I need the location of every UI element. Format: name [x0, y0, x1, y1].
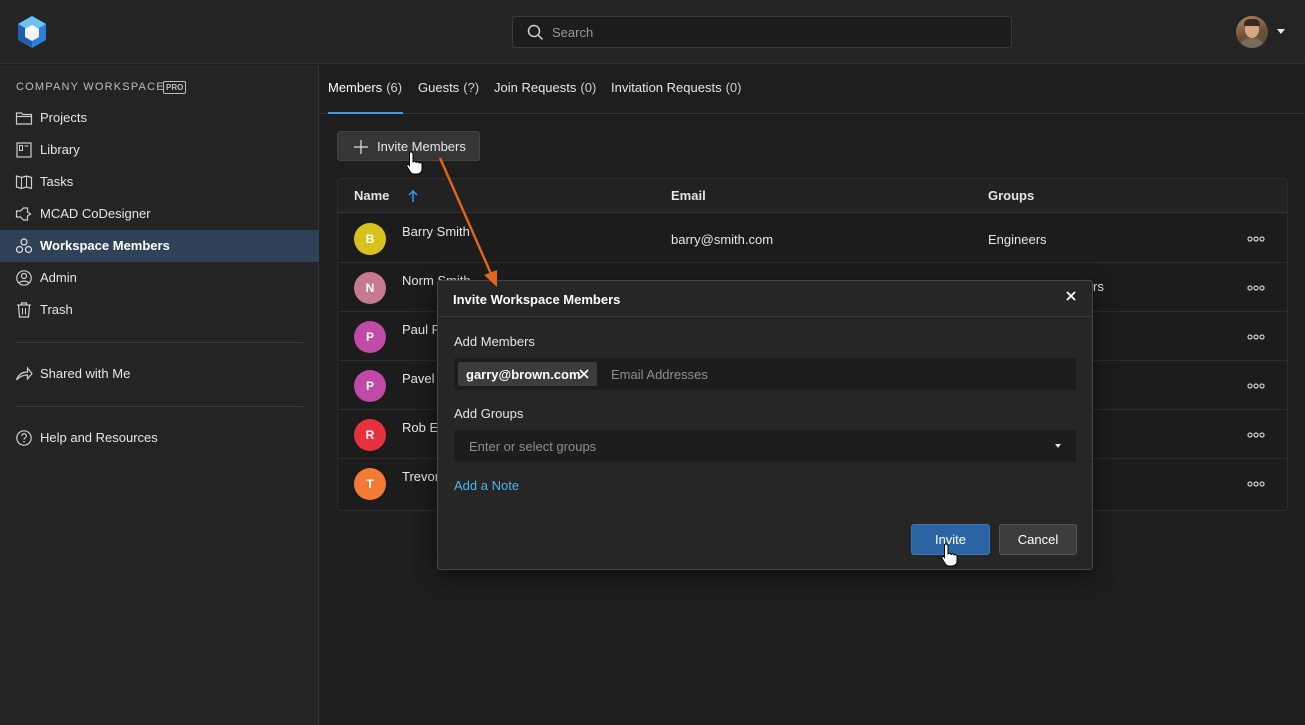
sidebar-item-workspace-members[interactable]: Workspace Members [0, 230, 319, 262]
more-options-icon[interactable] [1247, 285, 1265, 291]
trash-icon [17, 302, 31, 318]
sidebar-item-mcad-codesigner[interactable]: MCAD CoDesigner [0, 198, 319, 230]
sort-ascending-icon[interactable] [407, 189, 419, 203]
column-header-groups[interactable]: Groups [988, 188, 1034, 203]
search-bar[interactable]: Search [512, 16, 1012, 48]
tasks-icon [15, 175, 33, 190]
sidebar-item-help[interactable]: Help and Resources [0, 422, 319, 454]
tab-count: (0) [580, 80, 597, 95]
sidebar-item-label: Workspace Members [40, 238, 170, 253]
member-avatar: N [354, 272, 386, 304]
invite-dialog: Invite Workspace Members Add Members gar… [437, 280, 1093, 570]
add-note-link[interactable]: Add a Note [454, 478, 519, 493]
workspace-logo-icon[interactable] [16, 15, 48, 49]
table-row[interactable]: B Barry Smith barry@smith.com Engineers [338, 214, 1287, 263]
member-avatar: B [354, 223, 386, 255]
sidebar-item-label: Help and Resources [40, 430, 158, 445]
groups-select[interactable]: Enter or select groups [454, 430, 1076, 462]
tab-label: Members [328, 80, 383, 95]
member-name: Paul P [402, 322, 441, 337]
top-bar: Search [0, 0, 1305, 64]
invite-members-label: Invite Members [377, 139, 466, 154]
workspace-title: COMPANY WORKSPACE [16, 81, 165, 93]
groups-placeholder: Enter or select groups [469, 439, 597, 454]
member-avatar: P [354, 370, 386, 402]
sidebar-item-label: MCAD CoDesigner [40, 206, 151, 221]
member-name: Trevor [402, 469, 440, 484]
sidebar-item-tasks[interactable]: Tasks [0, 166, 319, 198]
tab-label: Guests [418, 80, 460, 95]
tab-guests[interactable]: Guests (?) [418, 80, 479, 114]
user-avatar[interactable] [1236, 16, 1268, 48]
invite-members-button[interactable]: Invite Members [337, 131, 480, 161]
remove-chip-icon[interactable] [579, 369, 589, 379]
sidebar-item-shared-with-me[interactable]: Shared with Me [0, 358, 319, 390]
folder-icon [15, 112, 33, 125]
help-icon [16, 430, 32, 446]
member-email: barry@smith.com [671, 232, 774, 247]
add-groups-label: Add Groups [454, 406, 524, 421]
sidebar-divider [16, 342, 303, 343]
member-email-field[interactable]: garry@brown.com Email Addresses [454, 358, 1076, 390]
member-groups: Engineers [988, 232, 1047, 247]
sidebar-item-label: Tasks [40, 174, 74, 189]
dialog-header: Invite Workspace Members [438, 281, 1092, 317]
close-icon[interactable] [1065, 290, 1077, 302]
sidebar-item-label: Projects [40, 110, 87, 125]
sidebar-item-trash[interactable]: Trash [0, 294, 319, 326]
add-members-label: Add Members [454, 334, 535, 349]
tab-label: Invitation Requests [611, 80, 722, 95]
chevron-down-icon[interactable] [1277, 29, 1285, 34]
tab-count: (6) [386, 80, 403, 95]
cancel-button[interactable]: Cancel [999, 524, 1077, 555]
member-avatar: R [354, 419, 386, 451]
chevron-down-icon [1055, 444, 1061, 448]
plus-icon [354, 140, 368, 154]
more-options-icon[interactable] [1247, 481, 1265, 487]
member-name: Barry Smith [402, 224, 470, 239]
sidebar-item-library[interactable]: Library [0, 134, 319, 166]
tab-count: (0) [725, 80, 742, 95]
sidebar-item-label: Admin [40, 270, 77, 285]
sidebar: COMPANY WORKSPACE PRO Projects Library T… [0, 65, 319, 725]
members-tabs: Members (6) Guests (?) Join Requests (0) In… [320, 65, 1305, 114]
sidebar-item-label: Trash [40, 302, 73, 317]
sidebar-item-label: Shared with Me [40, 366, 131, 381]
email-addresses-placeholder: Email Addresses [611, 367, 708, 382]
member-chip: garry@brown.com [458, 362, 597, 386]
tab-members[interactable]: Members (6) [328, 80, 403, 114]
column-header-name[interactable]: Name [354, 188, 389, 203]
tab-count: (?) [463, 80, 480, 95]
more-options-icon[interactable] [1247, 383, 1265, 389]
library-icon [16, 142, 32, 158]
column-header-email[interactable]: Email [671, 188, 706, 203]
more-options-icon[interactable] [1247, 432, 1265, 438]
member-avatar: P [354, 321, 386, 353]
tab-join-requests[interactable]: Join Requests (0) [494, 80, 596, 114]
codesigner-icon [15, 207, 32, 221]
tab-label: Join Requests [494, 80, 577, 95]
sidebar-item-label: Library [40, 142, 80, 157]
more-options-icon[interactable] [1247, 334, 1265, 340]
share-icon [15, 366, 33, 381]
member-chip-label: garry@brown.com [466, 367, 581, 382]
pro-badge: PRO [163, 81, 187, 94]
more-options-icon[interactable] [1247, 236, 1265, 242]
sidebar-item-admin[interactable]: Admin [0, 262, 319, 294]
sidebar-divider [16, 406, 303, 407]
member-groups: rs [1093, 279, 1104, 294]
search-icon [527, 24, 544, 41]
search-placeholder: Search [552, 25, 594, 40]
admin-icon [16, 270, 32, 286]
members-icon [15, 238, 33, 254]
table-header: Name Email Groups [338, 179, 1287, 213]
dialog-title: Invite Workspace Members [453, 292, 621, 307]
invite-button[interactable]: Invite [911, 524, 990, 555]
tab-invitation-requests[interactable]: Invitation Requests (0) [611, 80, 741, 114]
sidebar-item-projects[interactable]: Projects [0, 102, 319, 134]
member-avatar: T [354, 468, 386, 500]
member-name: Pavel I [402, 371, 442, 386]
